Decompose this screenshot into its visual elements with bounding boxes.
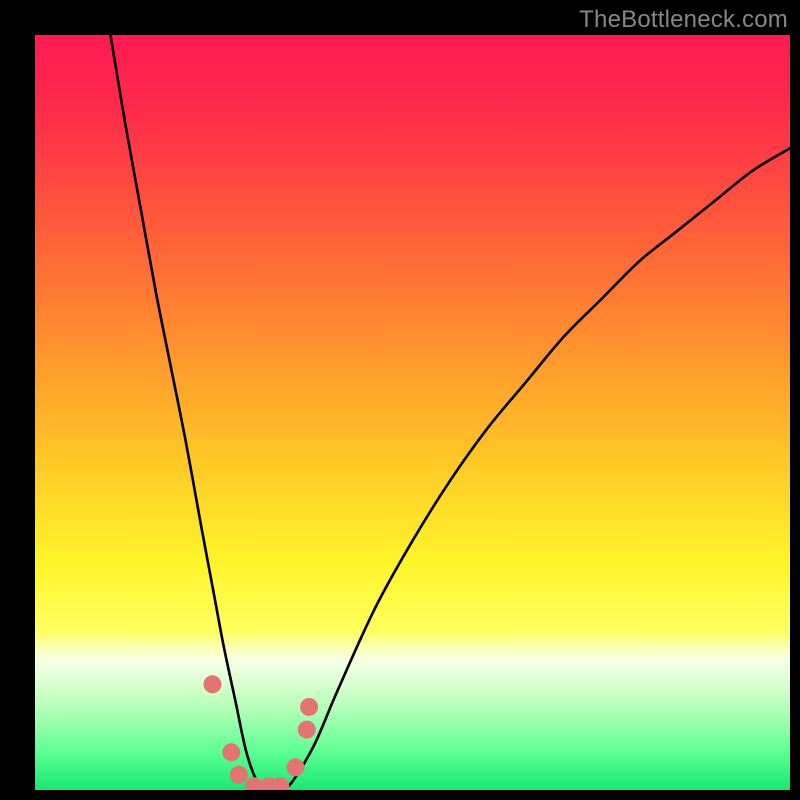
marker-dot	[222, 743, 240, 761]
curve-layer	[35, 35, 790, 790]
chart-frame: TheBottleneck.com	[0, 0, 800, 800]
marker-dot	[286, 758, 304, 776]
highlight-dots	[203, 675, 318, 790]
marker-dot	[300, 698, 318, 716]
marker-dot	[230, 766, 248, 784]
plot-area	[35, 35, 790, 790]
marker-dot	[298, 721, 316, 739]
watermark-text: TheBottleneck.com	[579, 6, 788, 34]
marker-dot	[203, 675, 221, 693]
